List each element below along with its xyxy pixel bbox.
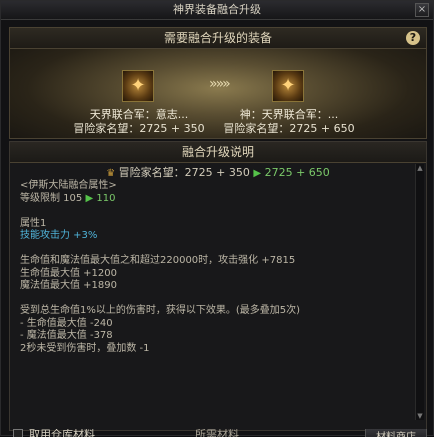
target-item-rep: 冒险家名望：2725 + 650	[223, 122, 355, 135]
equipment-panel: 需要融合升级的装备 ? ✦ »»» ✦ 天界联合军：意志... 冒险家名望：27…	[9, 27, 427, 139]
level-limit-new: 110	[96, 192, 116, 204]
upgrade-info-panel: 融合升级说明 ♛ 冒险家名望：2725 + 350 ▶ 2725 + 650 <…	[9, 141, 427, 431]
arrow-right-icon: ▶	[85, 192, 94, 204]
desc-line: 生命值最大值 +1200	[20, 267, 118, 279]
close-icon: ×	[417, 4, 427, 15]
rep-after: 2725 + 650	[264, 166, 330, 179]
arrow-right-icon: ▶	[253, 168, 262, 179]
equipment-panel-title: 需要融合升级的装备	[163, 31, 272, 45]
fusion-upgrade-window: 神界装备融合升级 × 需要融合升级的装备 ? ✦ »»» ✦ 天界联合军：意志.…	[0, 0, 434, 437]
attribute-description: <伊斯大陆融合属性> 等级限制 105 ▶ 110 属性1 技能攻击力 +3% …	[20, 180, 410, 355]
desc-line: - 魔法值最大值 -378	[20, 330, 113, 341]
equipment-icon: ✦	[130, 75, 146, 96]
rep-change-line: ♛ 冒险家名望：2725 + 350 ▶ 2725 + 650	[10, 164, 426, 180]
desc-line: - 生命值最大值 -240	[20, 317, 113, 329]
level-limit-line: 等级限制 105 ▶ 110	[20, 193, 410, 206]
upgrade-info-title: 融合升级说明	[181, 145, 254, 159]
equipment-icon: ✦	[280, 75, 296, 96]
skill-attack-line: 技能攻击力 +3%	[20, 230, 98, 241]
desc-line: 魔法值最大值 +1890	[20, 280, 118, 291]
help-icon[interactable]: ?	[406, 31, 420, 45]
upgrade-arrows-icon: »»»	[209, 76, 231, 92]
desc-line: <伊斯大陆融合属性>	[20, 180, 117, 191]
window-titlebar[interactable]: 神界装备融合升级 ×	[1, 1, 433, 20]
upgrade-info-header: 融合升级说明	[10, 142, 426, 163]
level-limit-label: 等级限制 105	[20, 192, 83, 204]
rep-before: 冒险家名望：2725 + 350	[118, 166, 250, 179]
scroll-up-icon[interactable]: ▲	[416, 164, 424, 172]
target-item-slot[interactable]: ✦	[272, 70, 304, 102]
close-button[interactable]: ×	[415, 3, 429, 17]
reputation-icon: ♛	[106, 168, 116, 179]
scrollbar[interactable]: ▲ ▼	[415, 164, 424, 420]
source-item-slot[interactable]: ✦	[122, 70, 154, 102]
scroll-down-icon[interactable]: ▼	[416, 412, 424, 420]
desc-line: 属性1	[20, 217, 47, 229]
equipment-panel-header: 需要融合升级的装备	[10, 28, 426, 49]
source-item-rep: 冒险家名望：2725 + 350	[73, 122, 205, 135]
desc-line: 2秒未受到伤害时，叠加数 -1	[20, 342, 150, 354]
desc-line: 生命值和魔法值最大值之和超过220000时，攻击强化 +7815	[20, 255, 296, 266]
desc-line: 受到总生命值1%以上的伤害时，获得以下效果。(最多叠加5次)	[20, 305, 301, 316]
window-title: 神界装备融合升级	[173, 3, 261, 16]
